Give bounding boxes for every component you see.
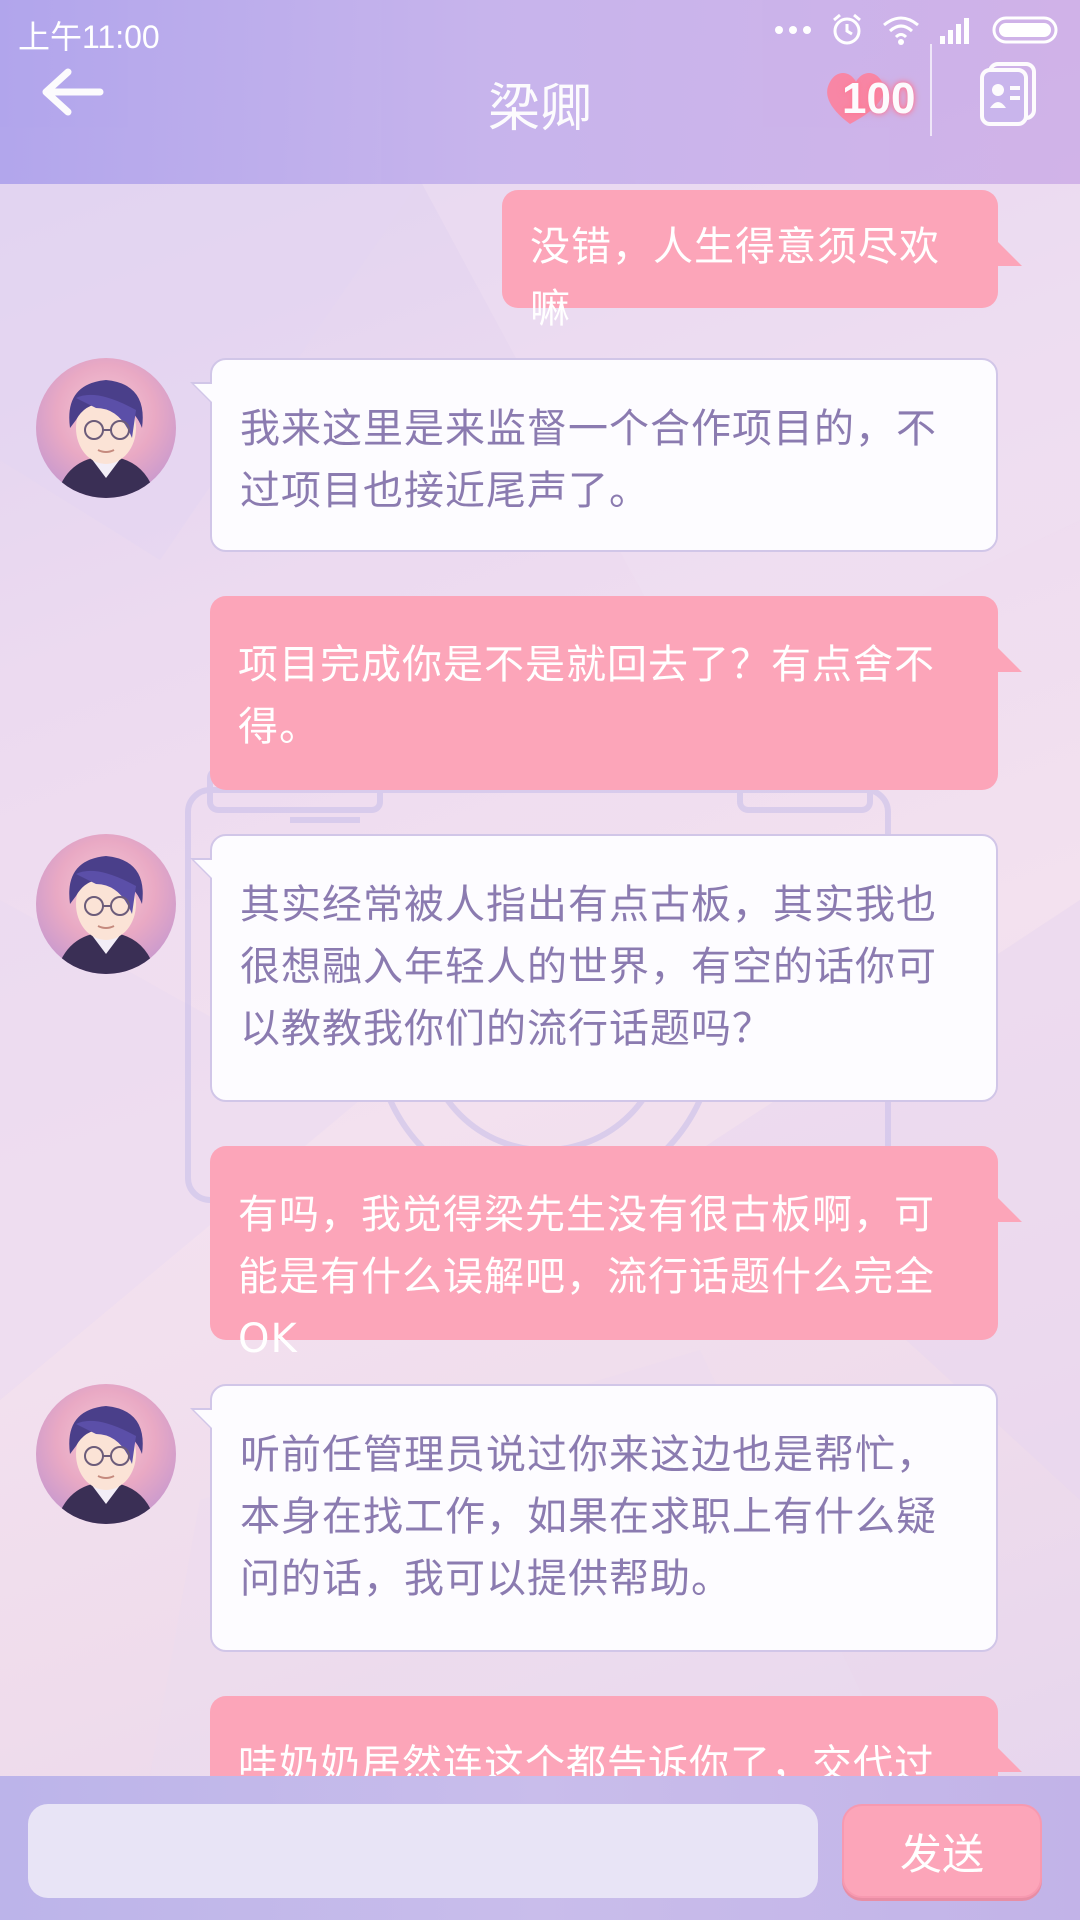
character-portrait [56,856,156,974]
message-bubble[interactable]: 听前任管理员说过你来这边也是帮忙，本身在找工作，如果在求职上有什么疑问的话，我可… [190,1384,998,1652]
avatar[interactable] [36,834,176,974]
status-time: 上午11:00 [18,19,160,55]
chat-list[interactable]: 没错，人生得意须尽欢嘛 我来这里是来监督一个合作项目的，不过项目也接近尾声了。 … [0,184,1080,1776]
avatar[interactable] [36,1384,176,1524]
message-bubble[interactable]: 其实经常被人指出有点古板，其实我也很想融入年轻人的世界，有空的话你可以教教我你们… [190,834,998,1102]
alarm-icon [833,13,861,45]
input-bar: 发送 [0,1776,1080,1920]
message-bubble[interactable]: 项目完成你是不是就回去了？有点舍不得。 [210,596,1022,790]
battery-icon [992,16,1058,44]
message-bubble[interactable]: 没错，人生得意须尽欢嘛 [502,190,1022,332]
status-icons [774,12,1062,48]
heart-count: 100 [842,74,916,123]
avatar[interactable] [36,358,176,498]
message-input[interactable] [28,1804,818,1898]
signal-icon [940,18,969,44]
message-bubble[interactable]: 有吗，我觉得梁先生没有很古板啊，可能是有什么误解吧，流行话题什么完全OK [210,1146,1022,1362]
character-portrait [56,1406,156,1524]
more-dots-icon [775,26,811,34]
wifi-icon [883,16,919,45]
profile-card-icon [980,62,1036,126]
message-bubble[interactable]: 哇奶奶居然连这个都告诉你了，交代过她 [210,1696,1022,1776]
status-bar: 上午11:00 [0,0,1080,60]
message-bubble[interactable]: 我来这里是来监督一个合作项目的，不过项目也接近尾声了。 [190,358,998,552]
profile-card-button[interactable] [976,58,1040,126]
character-portrait [56,380,156,498]
send-button[interactable]: 发送 [842,1804,1042,1898]
